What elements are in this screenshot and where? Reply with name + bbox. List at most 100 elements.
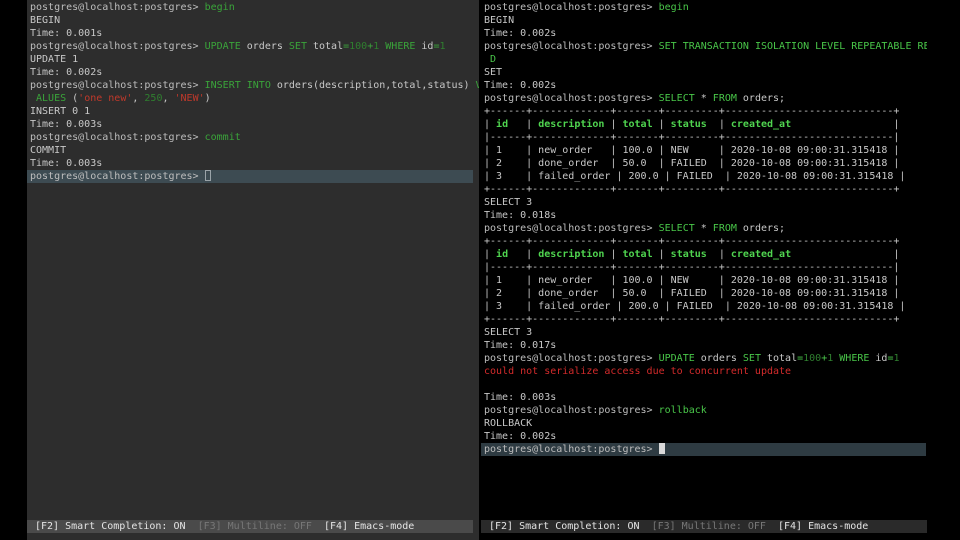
terminal-text: SELECT (658, 93, 695, 104)
terminal-line: Time: 0.003s (30, 157, 479, 170)
terminal-text: * (694, 223, 713, 234)
terminal-text: | (508, 249, 539, 260)
terminal-text: D (484, 54, 497, 65)
right-terminal-pane[interactable]: postgres@localhost:postgres> begin BEGIN T… (481, 0, 927, 540)
terminal-line: INSERT 0 1 (30, 105, 479, 118)
shell-prompt: postgres@localhost:postgres> (484, 2, 659, 13)
terminal-line: SET (484, 66, 927, 79)
terminal-line: BEGIN (30, 14, 479, 27)
terminal-line: Time: 0.017s (484, 339, 927, 352)
terminal-text: V (475, 80, 479, 91)
terminal-text: orders; (736, 223, 786, 234)
terminal-text: | (791, 119, 900, 130)
terminal-line: Time: 0.002s (484, 430, 927, 443)
terminal-text: | (484, 249, 497, 260)
shell-prompt: postgres@localhost:postgres> (30, 132, 205, 143)
terminal-line: | 1 | new_order | 100.0 | NEW | 2020-10-… (484, 274, 927, 287)
shell-prompt: postgres@localhost:postgres> (484, 223, 659, 234)
terminal-line: postgres@localhost:postgres> commit (30, 131, 479, 144)
terminal-text: | 2 | done_order | 50.0 | FAILED | 2020-… (484, 288, 900, 299)
terminal-text: UPDATE 1 (30, 54, 79, 65)
command-input-line[interactable]: postgres@localhost:postgres> (27, 170, 473, 183)
terminal-text: SET TRANSACTION ISOLATION LEVEL REPEATAB… (658, 41, 927, 52)
terminal-text: Time: 0.002s (484, 28, 557, 39)
terminal-text: UPDATE (204, 41, 241, 52)
terminal-text: total (622, 119, 653, 130)
terminal-text: | 1 | new_order | 100.0 | NEW | 2020-10-… (484, 145, 900, 156)
terminal-text: status (670, 119, 707, 130)
shell-prompt: postgres@localhost:postgres> (484, 41, 659, 52)
terminal-line: +------+-------------+-------+---------+… (484, 183, 927, 196)
terminal-text: WHERE (839, 353, 870, 364)
terminal-line: UPDATE 1 (30, 53, 479, 66)
terminal-text: id (869, 353, 888, 364)
terminal-text: status (670, 249, 707, 260)
terminal-line: postgres@localhost:postgres> rollback (484, 404, 927, 417)
terminal-text: orders(description,total,status) (270, 80, 476, 91)
text-cursor (204, 170, 211, 181)
terminal-text: , (162, 93, 175, 104)
terminal-text: +------+-------------+-------+---------+… (484, 184, 900, 195)
terminal-text: begin (658, 2, 689, 13)
terminal-text: SET (288, 41, 307, 52)
terminal-line: Time: 0.001s (30, 27, 479, 40)
status-bar-item: [F2] Smart Completion: ON (489, 521, 652, 532)
terminal-text: created_at (730, 119, 792, 130)
terminal-text: total (760, 353, 798, 364)
terminal-line: ROLLBACK (484, 417, 927, 430)
terminal-text: +------+-------------+-------+---------+… (484, 106, 900, 117)
terminal-text: id (496, 249, 509, 260)
terminal-text: 100 (349, 41, 368, 52)
terminal-line: |------+-------------+-------+---------+… (484, 131, 927, 144)
terminal-text: Time: 0.018s (484, 210, 557, 221)
terminal-text: | (652, 119, 671, 130)
terminal-line: BEGIN (484, 14, 927, 27)
terminal-text: commit (204, 132, 241, 143)
terminal-text: | (706, 249, 731, 260)
terminal-text: created_at (730, 249, 792, 260)
shell-prompt: postgres@localhost:postgres> (30, 80, 205, 91)
terminal-line: | 3 | failed_order | 200.0 | FAILED | 20… (484, 300, 927, 313)
terminal-line: postgres@localhost:postgres> INSERT INTO… (30, 79, 479, 92)
terminal-text: | (706, 119, 731, 130)
left-status-bar: [F2] Smart Completion: ON [F3] Multiline… (27, 520, 473, 533)
terminal-line: |------+-------------+-------+---------+… (484, 261, 927, 274)
terminal-text: |------+-------------+-------+---------+… (484, 262, 900, 273)
terminal-text: orders (694, 353, 743, 364)
terminal-line: SELECT 3 (484, 196, 927, 209)
text-cursor (658, 443, 665, 454)
terminal-text: Time: 0.003s (484, 392, 557, 403)
command-input-line[interactable]: postgres@localhost:postgres> (481, 443, 926, 456)
terminal-text: WHERE (385, 41, 416, 52)
shell-prompt: postgres@localhost:postgres> (484, 405, 659, 416)
terminal-text: Time: 0.002s (484, 80, 557, 91)
terminal-text: 250 (144, 93, 163, 104)
terminal-text: | 2 | done_order | 50.0 | FAILED | 2020-… (484, 158, 900, 169)
shell-prompt: postgres@localhost:postgres> (484, 353, 659, 364)
terminal-text: ) (204, 93, 211, 104)
terminal-line: | id | description | total | status | cr… (484, 118, 927, 131)
status-bar-item: [F4] Emacs-mode (778, 521, 869, 532)
terminal-text: orders (240, 41, 289, 52)
terminal-line: postgres@localhost:postgres> begin (30, 1, 479, 14)
status-bar-item: [F3] Multiline: OFF (197, 521, 324, 532)
terminal-line: postgres@localhost:postgres> SELECT * FR… (484, 222, 927, 235)
terminal-text: SET (742, 353, 761, 364)
left-terminal-pane[interactable]: postgres@localhost:postgres> begin BEGIN T… (27, 0, 479, 540)
terminal-text: rollback (658, 405, 707, 416)
terminal-text: ROLLBACK (484, 418, 533, 429)
terminal-text: SELECT (658, 223, 695, 234)
terminal-text: | 1 | new_order | 100.0 | NEW | 2020-10-… (484, 275, 900, 286)
terminal-text: COMMIT (30, 145, 67, 156)
terminal-line: COMMIT (30, 144, 479, 157)
terminal-line: Time: 0.018s (484, 209, 927, 222)
terminal-line: Time: 0.003s (484, 391, 927, 404)
terminal-text: total (306, 41, 344, 52)
terminal-text: FROM (712, 223, 737, 234)
terminal-line: postgres@localhost:postgres> SELECT * FR… (484, 92, 927, 105)
terminal-text: SELECT 3 (484, 197, 533, 208)
terminal-text: | (652, 249, 671, 260)
terminal-text: ALUES (30, 93, 67, 104)
terminal-line: | 2 | done_order | 50.0 | FAILED | 2020-… (484, 287, 927, 300)
